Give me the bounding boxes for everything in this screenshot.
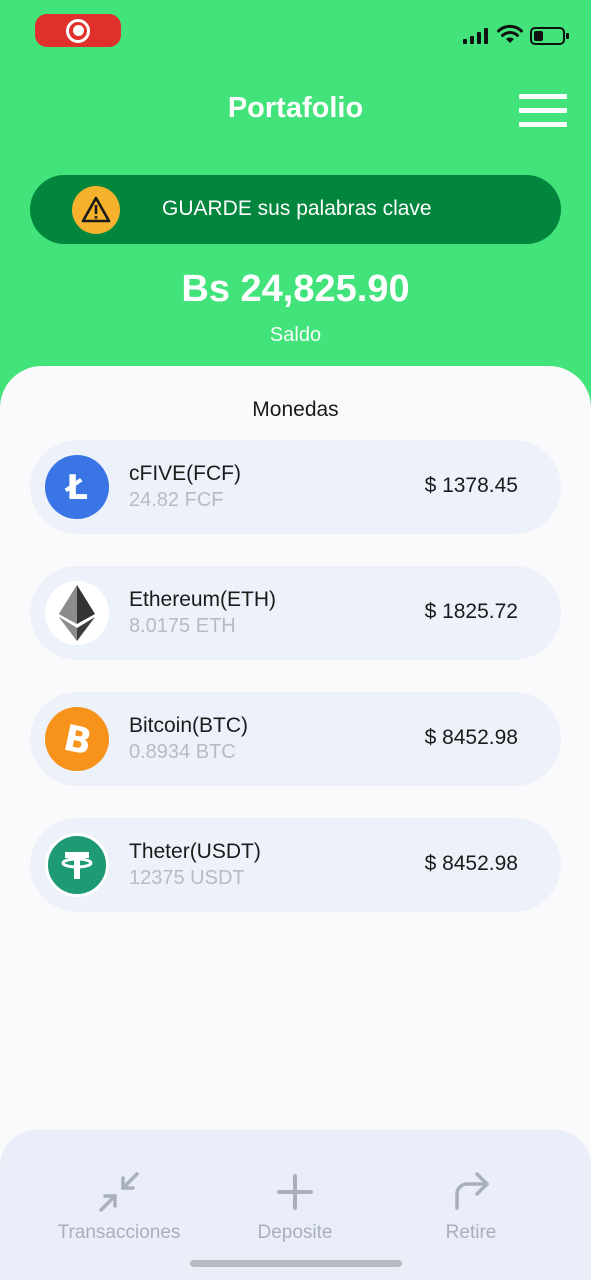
coin-row-fcf[interactable]: Ł cFIVE(FCF) 24.82 FCF $ 1378.45	[30, 440, 561, 534]
coin-quantity: 0.8934 BTC	[129, 741, 236, 763]
hamburger-line	[519, 122, 567, 127]
balance-label: Saldo	[269, 324, 322, 346]
coin-quantity: 12375 USDT	[129, 867, 245, 889]
bottom-nav: Transacciones Deposite Retire	[0, 1130, 591, 1280]
coin-value: $ 1825.72	[424, 600, 518, 623]
coin-row-btc[interactable]: B Bitcoin(BTC) 0.8934 BTC $ 8452.98	[30, 692, 561, 786]
coin-name: Theter(USDT)	[129, 840, 261, 863]
backup-warning-banner[interactable]: GUARDE sus palabras clave	[30, 175, 561, 244]
coin-row-usdt[interactable]: Theter(USDT) 12375 USDT $ 8452.98	[30, 818, 561, 912]
record-icon	[66, 18, 90, 43]
status-bar	[0, 0, 591, 60]
nav-label: Deposite	[257, 1222, 333, 1243]
litecoin-icon: Ł	[45, 455, 109, 519]
wifi-icon	[497, 24, 523, 43]
coin-value: $ 1378.45	[424, 474, 518, 497]
coin-quantity: 24.82 FCF	[129, 489, 224, 511]
plus-icon	[277, 1174, 313, 1210]
home-indicator[interactable]	[190, 1260, 402, 1267]
nav-retire[interactable]: Retire	[430, 1170, 512, 1244]
warning-icon	[72, 186, 120, 234]
share-arrow-icon	[455, 1172, 489, 1210]
battery-icon	[530, 27, 569, 45]
balance-amount: Bs 24,825.90	[181, 268, 410, 310]
coin-name: cFIVE(FCF)	[129, 462, 241, 485]
menu-button[interactable]	[519, 94, 569, 128]
coin-name: Bitcoin(BTC)	[129, 714, 249, 737]
hamburger-menu-icon	[519, 94, 567, 99]
nav-transacciones[interactable]: Transacciones	[54, 1170, 184, 1244]
coin-value: $ 8452.98	[424, 852, 518, 875]
warning-text: GUARDE sus palabras clave	[162, 197, 432, 220]
coin-name: Ethereum(ETH)	[129, 588, 277, 611]
ethereum-icon	[45, 581, 109, 645]
collapse-arrows-icon	[99, 1172, 139, 1212]
nav-deposite[interactable]: Deposite	[245, 1170, 345, 1244]
coin-value: $ 8452.98	[424, 726, 518, 749]
cellular-signal-icon	[463, 28, 488, 44]
coins-section-title: Monedas	[252, 398, 339, 421]
bitcoin-icon: B	[45, 707, 109, 771]
coin-quantity: 8.0175 ETH	[129, 615, 236, 637]
nav-label: Transacciones	[57, 1222, 181, 1243]
hamburger-line	[519, 108, 567, 113]
coin-row-eth[interactable]: Ethereum(ETH) 8.0175 ETH $ 1825.72	[30, 566, 561, 660]
page-title: Portafolio	[227, 92, 364, 124]
svg-text:B: B	[60, 719, 95, 759]
nav-label: Retire	[445, 1222, 497, 1243]
screen-recording-indicator[interactable]	[35, 14, 121, 47]
svg-text:Ł: Ł	[64, 468, 88, 507]
tether-icon	[45, 833, 109, 897]
